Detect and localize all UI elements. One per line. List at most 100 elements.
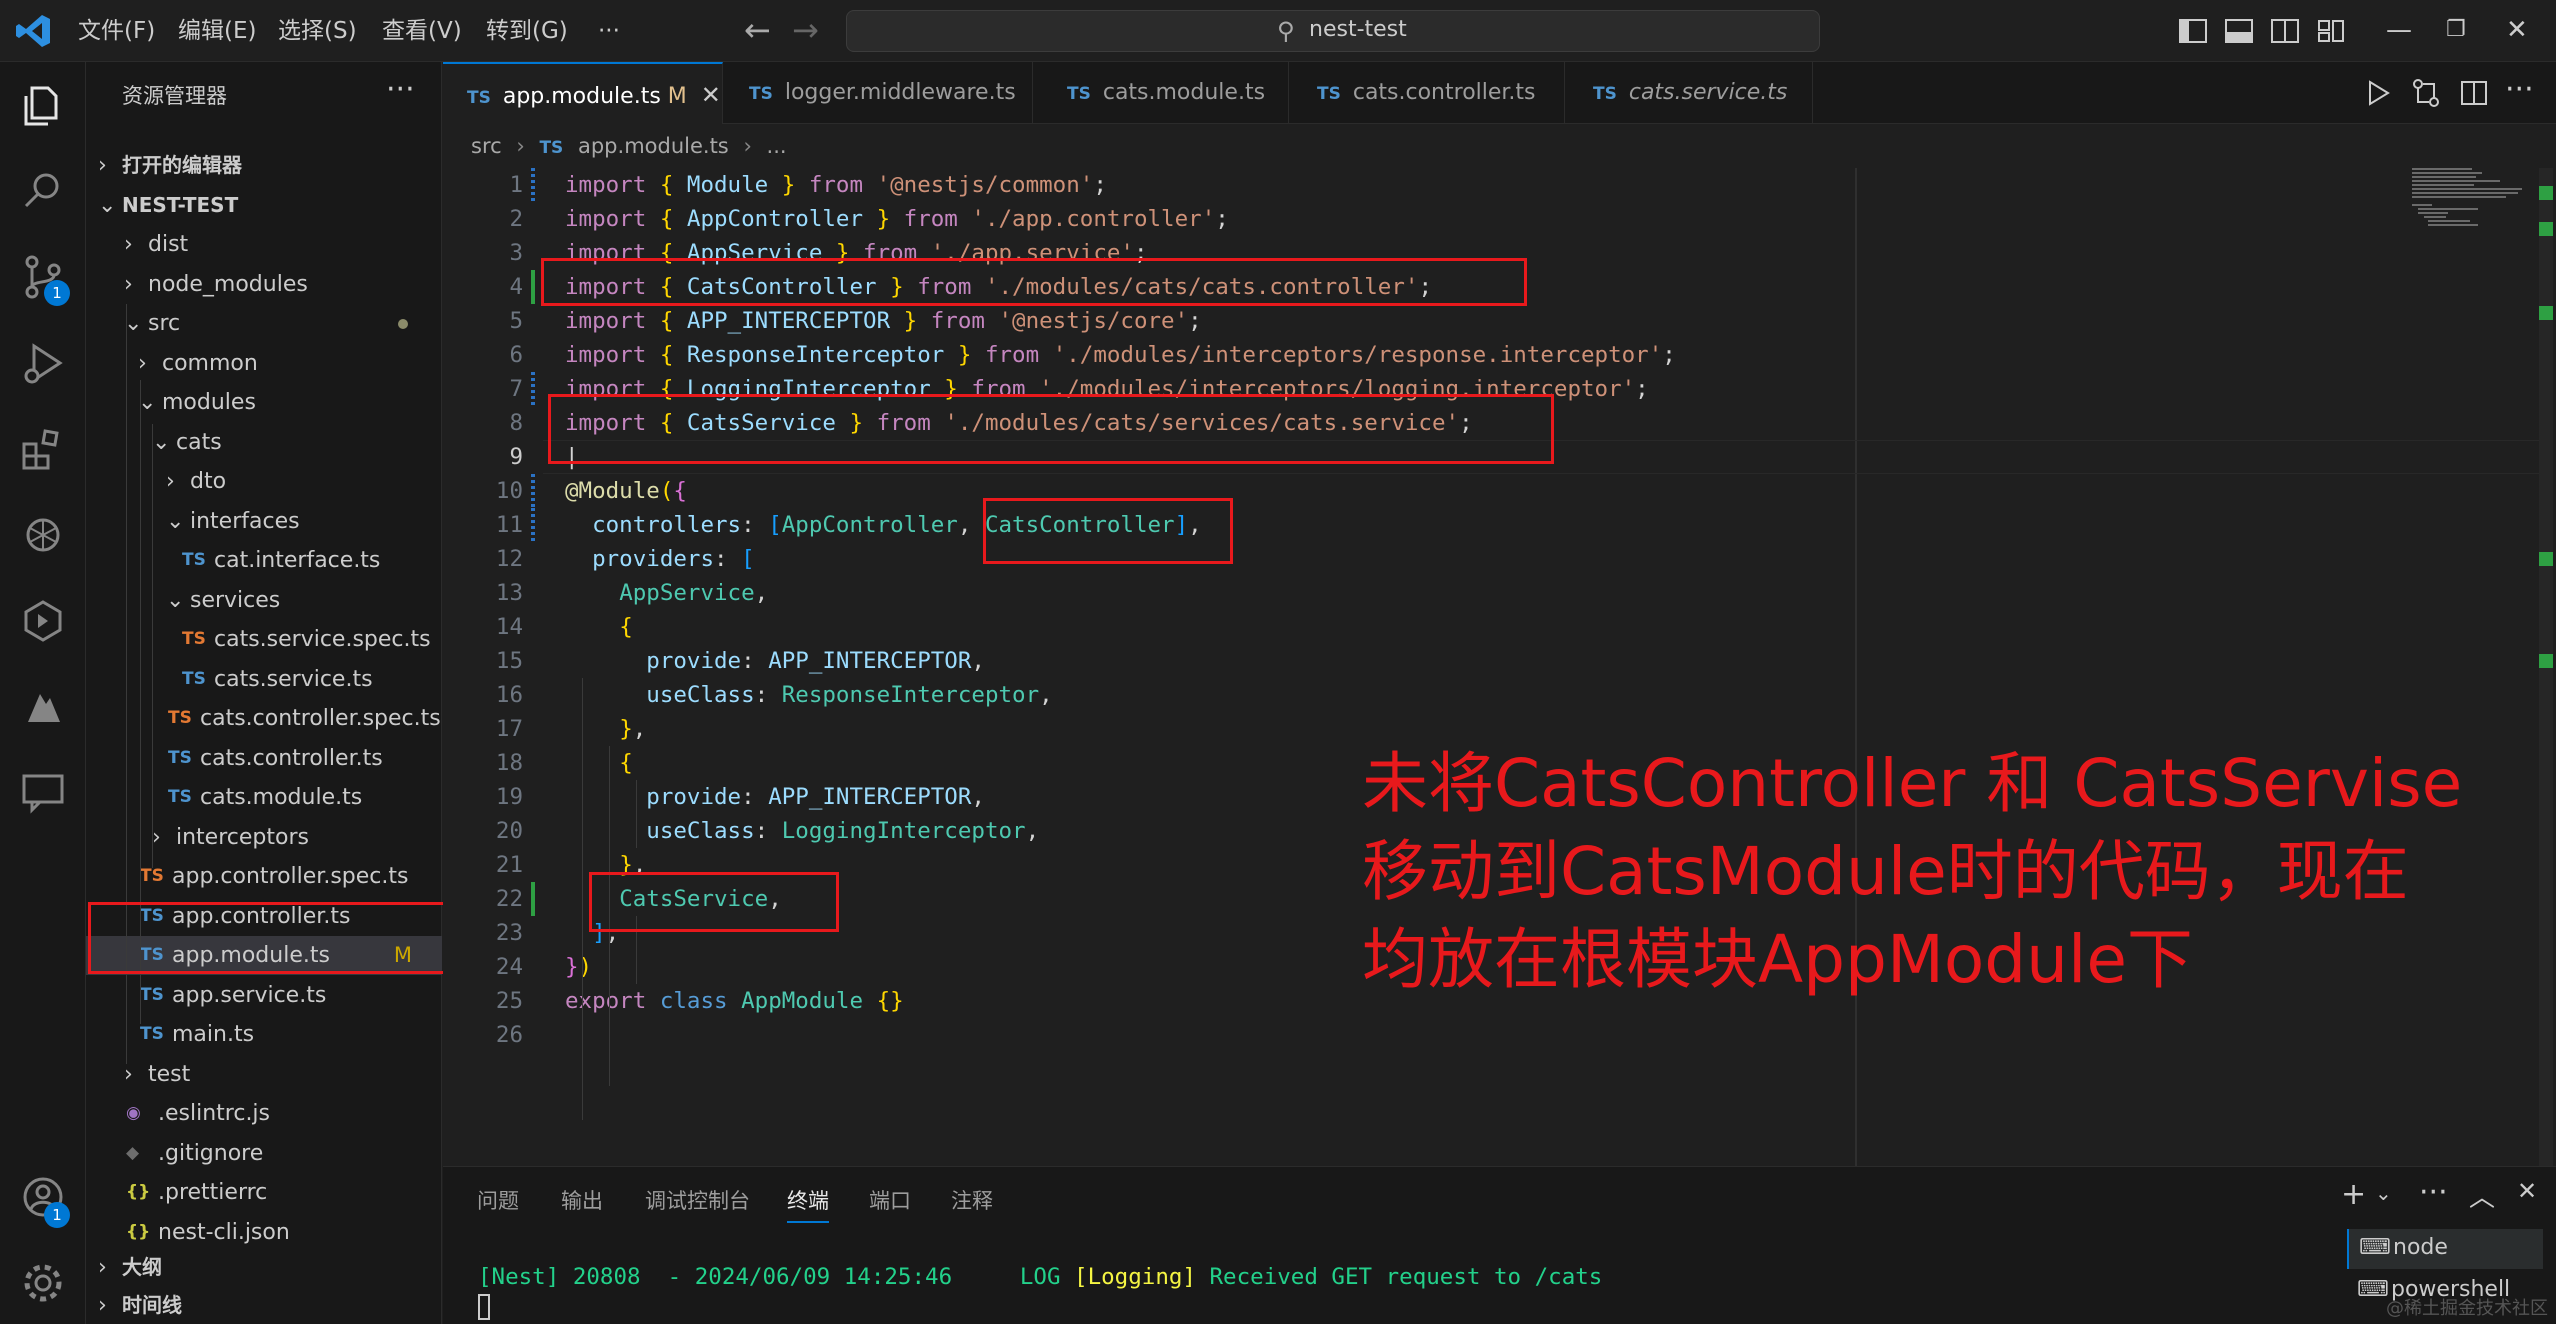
new-terminal-icon[interactable]: + — [2341, 1177, 2366, 1212]
menu-edit[interactable]: 编辑(E) — [178, 0, 256, 62]
tab-cats-module[interactable]: TS cats.module.ts — [1033, 62, 1289, 124]
indent-guide — [582, 678, 583, 1120]
chevron-right-icon: › — [743, 134, 752, 158]
line-number: 4 — [509, 274, 523, 300]
outline-section[interactable]: › 大纲 — [86, 1248, 442, 1287]
file-type-icon: {} — [126, 1221, 151, 1242]
code-editor[interactable]: 1 import { Module } from '@nestjs/common'… — [443, 168, 2556, 1168]
compare-changes-icon[interactable] — [2409, 76, 2443, 110]
line-number: 17 — [495, 716, 523, 742]
tree-item-label: cats.module.ts — [200, 785, 363, 810]
tab-cats-service[interactable]: TS cats.service.ts — [1565, 62, 1813, 124]
editor-more-icon[interactable]: ··· — [2505, 72, 2534, 107]
line-number: 18 — [495, 750, 523, 776]
tree-item[interactable]: ◉ .eslintrc.js — [86, 1094, 442, 1133]
menu-file[interactable]: 文件(F) — [78, 0, 155, 62]
tab-app-module[interactable]: TS app.module.ts M ✕ — [443, 62, 723, 124]
tree-indent-guide — [152, 424, 153, 868]
toggle-panel-icon[interactable] — [2222, 14, 2256, 48]
minimap[interactable] — [2412, 168, 2542, 228]
tree-item[interactable]: › dist — [86, 225, 442, 264]
terminal-output[interactable]: [Nest] 20808 - 2024/06/09 14:25:46 LOG [… — [478, 1264, 1602, 1290]
breadcrumb-folder[interactable]: src — [471, 134, 502, 158]
terminal-item-node[interactable]: ⌨ node — [2347, 1229, 2543, 1269]
line-number: 1 — [509, 172, 523, 198]
minimize-icon[interactable]: — — [2386, 10, 2412, 50]
split-editor-icon[interactable] — [2457, 76, 2491, 110]
line-number: 26 — [495, 1022, 523, 1048]
close-tab-icon[interactable]: ✕ — [701, 81, 721, 109]
close-window-icon[interactable]: ✕ — [2506, 10, 2528, 50]
chevron-right-icon: › — [166, 469, 175, 494]
tree-item[interactable]: › common — [86, 344, 442, 383]
account-icon[interactable]: 1 — [18, 1172, 70, 1228]
panel-tab-output[interactable]: 输出 — [561, 1185, 603, 1215]
command-center-search[interactable]: ⚲ nest-test — [846, 10, 1820, 52]
terminal-name: node — [2393, 1235, 2448, 1260]
close-panel-icon[interactable]: ✕ — [2517, 1177, 2537, 1205]
search-icon[interactable] — [18, 166, 68, 216]
panel-tab-debug-console[interactable]: 调试控制台 — [645, 1185, 750, 1215]
menu-more[interactable]: ··· — [598, 0, 620, 62]
menu-go[interactable]: 转到(G) — [486, 0, 568, 62]
tree-item-label: modules — [162, 390, 256, 415]
run-icon[interactable] — [2361, 76, 2395, 110]
remote-explorer-icon[interactable] — [18, 596, 68, 646]
nav-forward-icon[interactable]: → — [792, 10, 819, 50]
breadcrumb-file[interactable]: app.module.ts — [578, 134, 729, 158]
gutter-change-marker — [531, 508, 535, 542]
panel-tab-comments[interactable]: 注释 — [951, 1185, 993, 1215]
menu-selection[interactable]: 选择(S) — [278, 0, 357, 62]
terminal-cursor — [478, 1294, 490, 1320]
customize-layout-icon[interactable] — [2314, 14, 2348, 48]
typescript-icon: TS — [168, 708, 192, 728]
docker-icon[interactable] — [18, 682, 68, 732]
breadcrumb-symbols[interactable]: ... — [767, 134, 787, 158]
code-line: }, — [619, 716, 647, 742]
panel-tab-problems[interactable]: 问题 — [477, 1185, 519, 1215]
tree-item[interactable]: ⌄ src — [86, 304, 442, 343]
maximize-panel-icon[interactable]: ︿ — [2469, 1177, 2495, 1214]
tree-item[interactable]: {} nest-cli.json — [86, 1213, 442, 1252]
explorer-icon[interactable] — [18, 80, 68, 130]
code-line: provide: APP_INTERCEPTOR, — [646, 784, 985, 810]
highlight-box-controllers-entry — [983, 498, 1233, 564]
panel-tab-terminal[interactable]: 终端 — [787, 1185, 829, 1223]
nav-back-icon[interactable]: ← — [744, 10, 771, 50]
menu-view[interactable]: 查看(V) — [382, 0, 462, 62]
tree-item[interactable]: {} .prettierrc — [86, 1173, 442, 1212]
tree-item[interactable]: › node_modules — [86, 265, 442, 304]
annotation-line: 未将CatsController 和 CatsServise — [1362, 745, 2463, 822]
source-control-icon[interactable]: 1 — [18, 252, 70, 306]
explorer-more-icon[interactable]: ··· — [386, 72, 415, 107]
run-debug-icon[interactable] — [18, 338, 68, 388]
comments-icon[interactable] — [18, 768, 68, 818]
toggle-primary-sidebar-icon[interactable] — [2176, 14, 2210, 48]
tree-item[interactable]: › 打开的编辑器 — [86, 146, 442, 185]
panel-more-icon[interactable]: ··· — [2419, 1175, 2448, 1210]
bottom-panel: 问题 输出 调试控制台 终端 端口 注释 + ⌄ ··· ︿ ✕ ⌨ node … — [443, 1166, 2556, 1324]
line-number: 7 — [509, 376, 523, 402]
toggle-secondary-sidebar-icon[interactable] — [2268, 14, 2302, 48]
chatgpt-icon[interactable] — [18, 510, 68, 560]
line-number: 15 — [495, 648, 523, 674]
chevron-down-icon[interactable]: ⌄ — [2375, 1181, 2392, 1205]
watermark: @稀土掘金技术社区 — [2386, 1298, 2548, 1319]
line-number: 19 — [495, 784, 523, 810]
line-number: 22 — [495, 886, 523, 912]
line-number: 3 — [509, 240, 523, 266]
tree-item[interactable]: › test — [86, 1055, 442, 1094]
tab-cats-controller[interactable]: TS cats.controller.ts — [1289, 62, 1565, 124]
extensions-icon[interactable] — [18, 424, 68, 474]
timeline-section[interactable]: › 时间线 — [86, 1286, 442, 1324]
restore-icon[interactable]: ❐ — [2446, 10, 2466, 50]
gutter-change-marker — [531, 372, 535, 406]
tab-logger-middleware[interactable]: TS logger.middleware.ts — [723, 62, 1033, 124]
gutter-change-marker — [531, 168, 535, 202]
typescript-icon: TS — [749, 84, 773, 104]
tree-item[interactable]: ⌄ NEST-TEST — [86, 186, 442, 225]
tree-item[interactable]: ◆ .gitignore — [86, 1134, 442, 1173]
settings-gear-icon[interactable] — [18, 1258, 68, 1308]
panel-tab-ports[interactable]: 端口 — [869, 1185, 911, 1215]
line-number: 2 — [509, 206, 523, 232]
